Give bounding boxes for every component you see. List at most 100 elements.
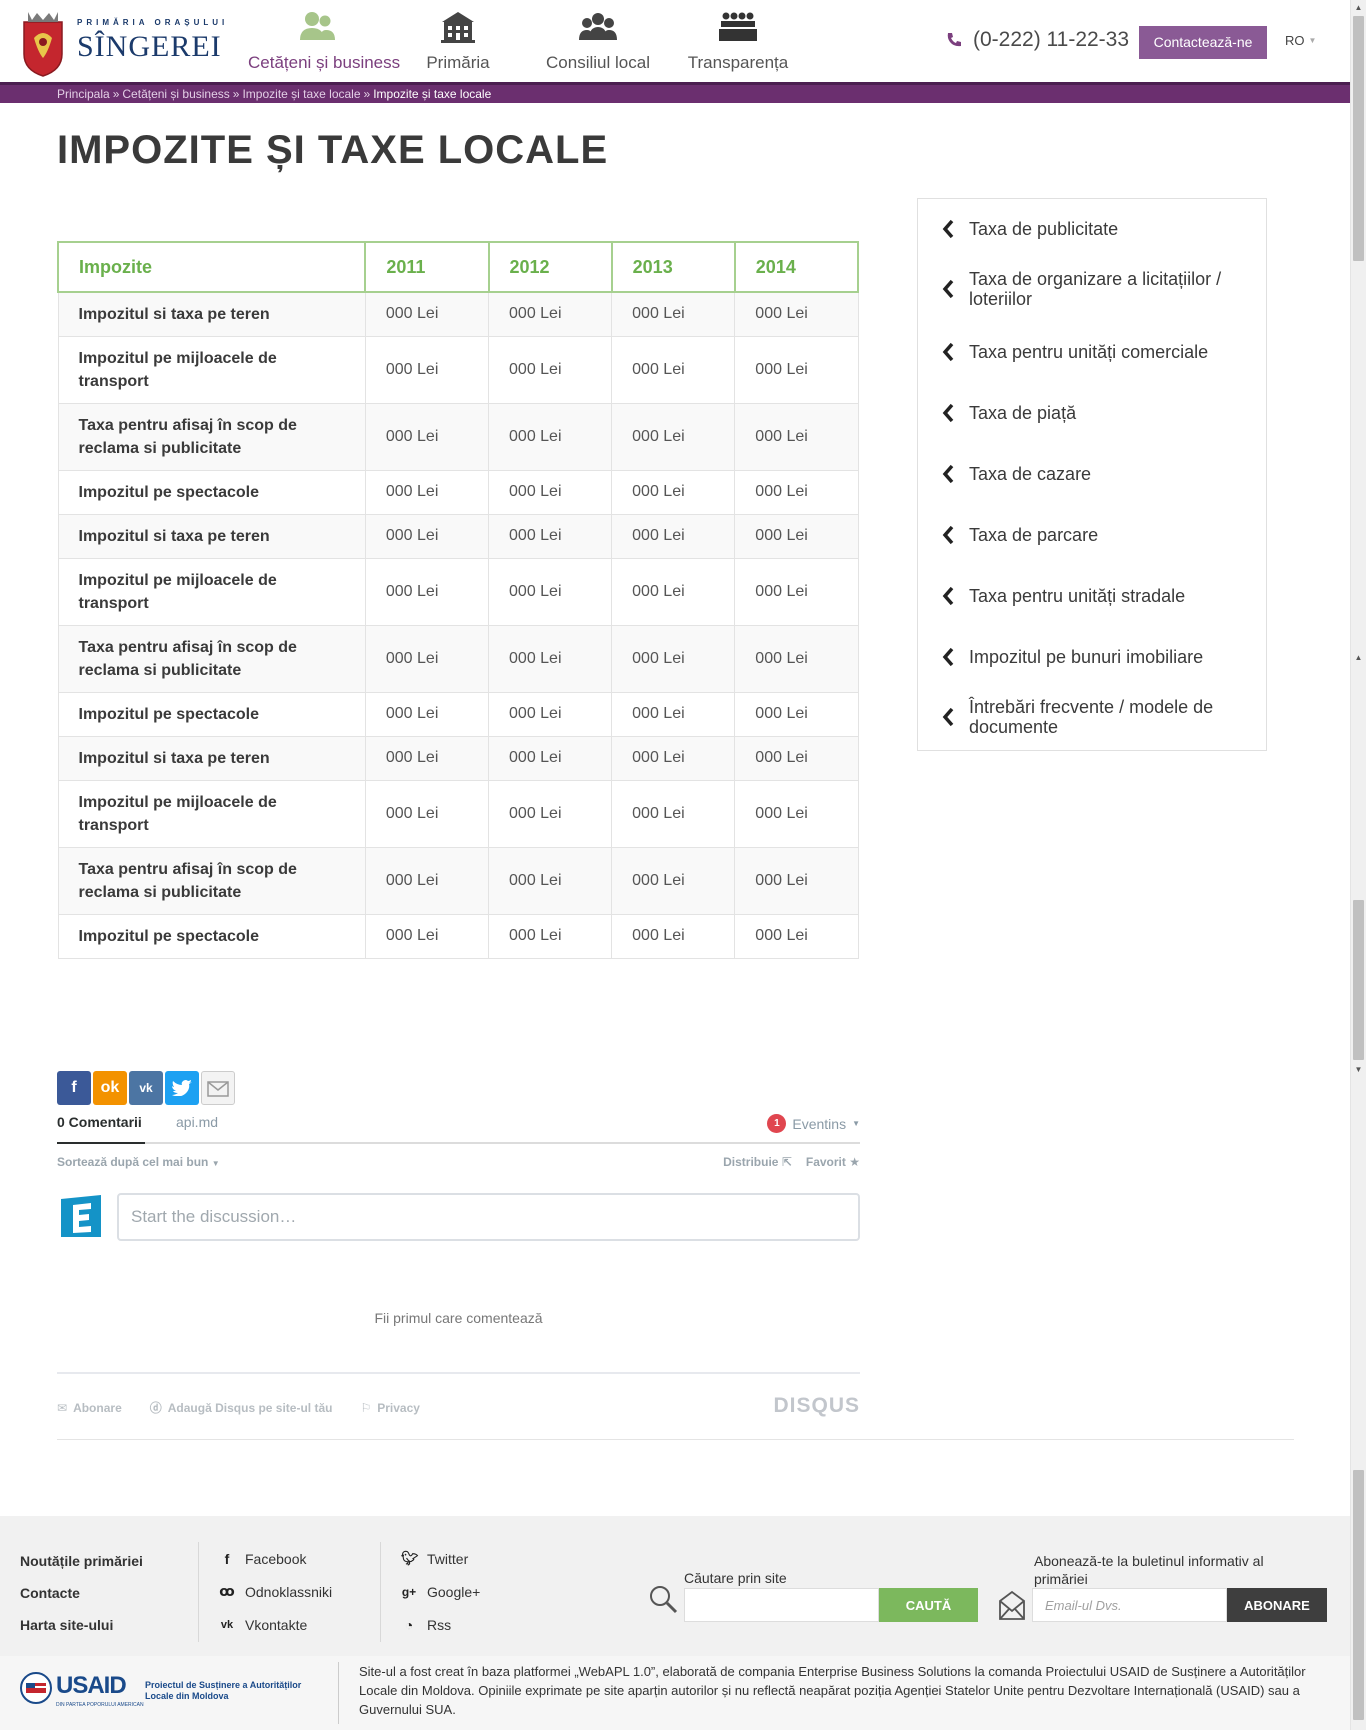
sidebar-item-label: Taxa de parcare xyxy=(969,525,1099,545)
odnoklassniki-icon: ꝏ xyxy=(219,1583,235,1599)
disqus-logo[interactable]: DISQUS xyxy=(773,1394,860,1418)
comments-username: Eventins xyxy=(792,1115,847,1132)
privacy-label: Privacy xyxy=(377,1400,420,1415)
nav-label: Consiliul local xyxy=(546,53,650,72)
table-row: Taxa pentru afisaj în scop de reclama si… xyxy=(57,846,859,915)
tax-value-cell: 000 Lei xyxy=(734,335,859,404)
star-icon: ★ xyxy=(849,1155,860,1169)
table-row: Impozitul si taxa pe teren 000 Lei 000 Lei… xyxy=(57,735,859,781)
search-input[interactable] xyxy=(684,1588,879,1622)
footer-social-twitter[interactable]: 🐦︎ Twitter xyxy=(401,1542,480,1575)
nav-item-city-hall[interactable]: Primăria xyxy=(388,0,528,82)
search-button[interactable]: CAUTĂ xyxy=(879,1588,978,1622)
tax-value-cell: 000 Lei xyxy=(364,913,490,959)
facebook-icon[interactable]: f xyxy=(57,1071,91,1105)
nav-item-transparency[interactable]: Transparența xyxy=(668,0,808,82)
footer-link-sitemap[interactable]: Harta site-ului xyxy=(20,1617,143,1649)
header-phone[interactable]: (0-222) 11-22-33 xyxy=(945,28,1129,52)
privacy-link[interactable]: ⚐ Privacy xyxy=(360,1399,419,1416)
subscribe-label: Abonare xyxy=(73,1400,122,1415)
search-label: Căutare prin site xyxy=(684,1570,787,1586)
council-icon xyxy=(579,13,617,40)
scrollbar-thumb[interactable] xyxy=(1353,16,1364,261)
chevron-down-icon: ▼ xyxy=(1308,36,1317,45)
comments-share-button[interactable]: Distribuie ⇱ xyxy=(723,1155,792,1169)
tax-name-cell: Impozitul pe spectacole xyxy=(57,913,366,959)
scrollbar-thumb[interactable] xyxy=(1353,1470,1364,1720)
contact-button[interactable]: Contactează-ne xyxy=(1139,26,1267,59)
vkontakte-icon[interactable]: vk xyxy=(129,1071,163,1105)
subscribe-button[interactable]: ABONARE xyxy=(1227,1588,1327,1622)
sidebar-item-parking-tax[interactable]: Taxa de parcare xyxy=(918,523,1266,547)
comments-sort[interactable]: Sortează după cel mai bun ▼ xyxy=(57,1155,220,1169)
comments-favorite-button[interactable]: Favorit ★ xyxy=(806,1155,860,1169)
facebook-icon: f xyxy=(224,1550,230,1567)
tax-name-cell: Taxa pentru afisaj în scop de reclama si… xyxy=(57,624,366,693)
sidebar-item-real-estate-tax[interactable]: Impozitul pe bunuri imobiliare xyxy=(918,645,1266,669)
sidebar-item-commercial-units-tax[interactable]: Taxa pentru unități comerciale xyxy=(918,340,1266,364)
language-selector[interactable]: RO ▼ xyxy=(1285,33,1316,48)
main-nav: Cetățeni și business Primăria Consiliul … xyxy=(248,0,808,82)
footer-social-facebook[interactable]: f Facebook xyxy=(219,1542,332,1575)
comment-input[interactable] xyxy=(117,1193,860,1241)
footer-social-vkontakte[interactable]: vk Vkontakte xyxy=(219,1608,332,1641)
sidebar-item-street-units-tax[interactable]: Taxa pentru unități stradale xyxy=(918,584,1266,608)
nav-item-citizens[interactable]: Cetățeni și business xyxy=(248,0,400,82)
tax-name-cell: Impozitul pe spectacole xyxy=(57,469,366,515)
email-field[interactable] xyxy=(1032,1588,1227,1622)
tax-value-cell: 000 Lei xyxy=(364,335,490,404)
email-icon[interactable] xyxy=(201,1071,235,1105)
tax-value-cell: 000 Lei xyxy=(364,291,490,337)
tax-value-cell: 000 Lei xyxy=(488,913,613,959)
comments-user-menu[interactable]: 1 Eventins ▼ xyxy=(767,1114,860,1133)
nav-item-local-council[interactable]: Consiliul local xyxy=(528,0,668,82)
tax-value-cell: 000 Lei xyxy=(734,557,859,626)
footer-link-contacts[interactable]: Contacte xyxy=(20,1585,143,1617)
scrollbar-thumb[interactable] xyxy=(1353,900,1364,1060)
sidebar-menu: Taxa de publicitate Taxa de organizare a… xyxy=(917,198,1267,751)
tab-site[interactable]: api.md xyxy=(176,1114,218,1130)
footer-social-rss[interactable]: ◔ Rss xyxy=(401,1608,480,1641)
tab-comments-count[interactable]: 0 Comentarii xyxy=(57,1114,145,1144)
chevron-left-icon xyxy=(942,279,954,299)
coat-of-arms-icon xyxy=(23,12,63,77)
scroll-arrow[interactable]: ▲ xyxy=(1351,650,1366,666)
people-icon xyxy=(300,12,335,40)
twitter-icon[interactable] xyxy=(165,1071,199,1105)
phone-icon xyxy=(947,33,961,47)
footer-social-odnoklassniki[interactable]: ꝏ Odnoklassniki xyxy=(219,1575,332,1608)
tax-value-cell: 000 Lei xyxy=(611,402,736,471)
footer-social-google-plus[interactable]: g+ Google+ xyxy=(401,1575,481,1608)
breadcrumb-link-taxes[interactable]: Impozite și taxe locale xyxy=(242,87,360,101)
footer-social-label: Rss xyxy=(427,1616,452,1633)
breadcrumb-separator: » xyxy=(112,87,120,101)
tax-value-cell: 000 Lei xyxy=(734,291,859,337)
breadcrumb-link-citizens[interactable]: Cetățeni și business xyxy=(122,87,229,101)
footer-link-news[interactable]: Noutățile primăriei xyxy=(20,1553,143,1585)
sidebar-item-auction-tax[interactable]: Taxa de organizare a licitațiilor / lote… xyxy=(918,269,1266,309)
comments-favorite-label: Favorit xyxy=(805,1155,846,1169)
table-row: Taxa pentru afisaj în scop de reclama si… xyxy=(57,624,859,693)
breadcrumb-link-home[interactable]: Principala xyxy=(57,87,110,101)
site-logo[interactable]: PRIMĂRIA ORAȘULUI SÎNGEREI xyxy=(20,8,230,78)
scroll-arrow[interactable]: ▼ xyxy=(1351,1062,1366,1078)
sidebar-item-advertising-tax[interactable]: Taxa de publicitate xyxy=(918,217,1266,241)
usaid-logo[interactable]: USAID DIN PARTEA POPORULUI AMERICAN Proi… xyxy=(20,1670,320,1710)
sidebar-item-market-tax[interactable]: Taxa de piață xyxy=(918,401,1266,425)
subscribe-link[interactable]: ✉ Abonare xyxy=(57,1399,122,1416)
search-icon xyxy=(650,1586,678,1614)
tax-value-cell: 000 Lei xyxy=(488,469,613,515)
tax-value-cell: 000 Lei xyxy=(364,735,490,781)
sidebar-item-accommodation-tax[interactable]: Taxa de cazare xyxy=(918,462,1266,486)
comments-actions: Distribuie ⇱ Favorit ★ xyxy=(723,1155,860,1169)
table-row: Impozitul pe spectacole 000 Lei 000 Lei 000… xyxy=(57,691,859,737)
sidebar-item-faq[interactable]: Întrebări frecvente / modele de document… xyxy=(918,697,1266,737)
tax-value-cell: 000 Lei xyxy=(488,513,613,559)
table-header-row: Impozite 2011 2012 2013 2014 xyxy=(56,241,860,293)
tax-value-cell: 000 Lei xyxy=(488,291,613,337)
add-disqus-link[interactable]: ⓓ Adaugă Disqus pe site-ul tău xyxy=(150,1399,333,1416)
page-scrollbar[interactable]: ▲ ▲ ▼ xyxy=(1350,0,1366,1730)
scroll-up-arrow[interactable]: ▲ xyxy=(1351,0,1366,16)
logo-subtitle: PRIMĂRIA ORAȘULUI xyxy=(77,18,229,27)
odnoklassniki-icon[interactable]: ok xyxy=(93,1071,127,1105)
